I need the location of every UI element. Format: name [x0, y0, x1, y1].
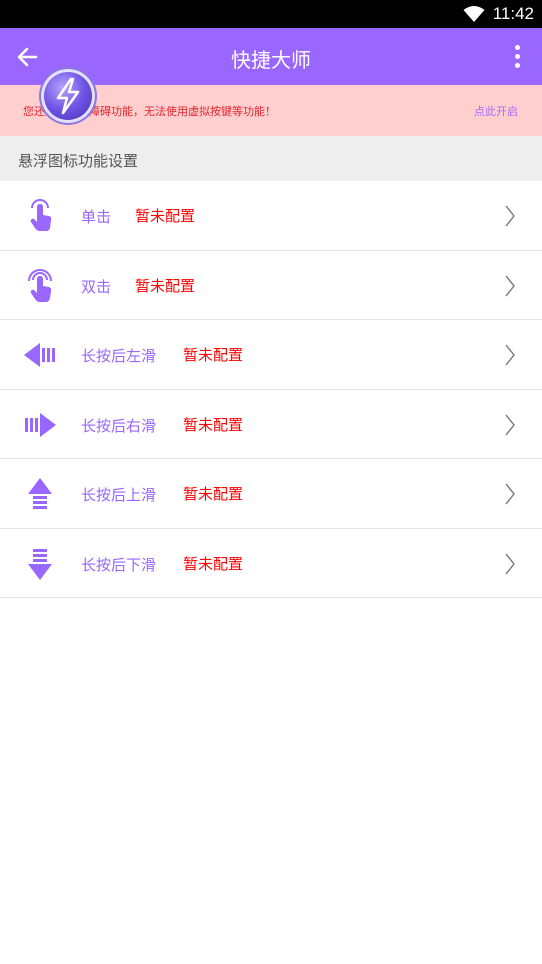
swipe-right-icon	[25, 412, 56, 437]
gesture-value: 暂未配置	[135, 276, 196, 295]
gesture-label: 长按后左滑	[81, 347, 157, 365]
list-item-single-tap[interactable]: 单击 暂未配置	[0, 181, 542, 251]
gesture-label: 长按后上滑	[81, 486, 157, 504]
wifi-icon	[463, 6, 485, 22]
swipe-down-icon	[28, 548, 52, 580]
gesture-value: 暂未配置	[183, 346, 244, 364]
list-item-swipe-up[interactable]: 长按后上滑 暂未配置	[0, 459, 542, 529]
section-header: 悬浮图标功能设置	[0, 136, 542, 181]
list-item-swipe-left[interactable]: 长按后左滑 暂未配置	[0, 320, 542, 390]
gesture-settings-list: 单击 暂未配置 双击 暂未配置 长按后左滑 暂未配置 长按后右滑 暂未配置 长按…	[0, 181, 542, 598]
list-item-swipe-right[interactable]: 长按后右滑 暂未配置	[0, 389, 542, 459]
single-tap-icon	[30, 199, 52, 231]
enable-accessibility-link[interactable]: 点此开启	[474, 103, 518, 119]
list-item-swipe-down[interactable]: 长按后下滑 暂未配置	[0, 528, 542, 598]
chevron-right-icon	[505, 483, 515, 505]
gesture-value: 暂未配置	[183, 415, 244, 434]
swipe-up-icon	[28, 478, 52, 509]
chevron-right-icon	[505, 275, 515, 296]
more-options-icon[interactable]	[514, 45, 520, 69]
list-item-double-tap[interactable]: 双击 暂未配置	[0, 250, 542, 320]
gesture-label: 长按后下滑	[81, 555, 157, 574]
gesture-label: 单击	[81, 208, 112, 226]
chevron-right-icon	[505, 205, 515, 227]
gesture-value: 暂未配置	[183, 485, 244, 503]
chevron-right-icon	[505, 414, 515, 435]
chevron-right-icon	[505, 344, 515, 366]
status-bar: 11:42	[0, 0, 542, 28]
page-title: 快捷大师	[231, 48, 311, 72]
section-title: 悬浮图标功能设置	[18, 152, 139, 170]
gesture-value: 暂未配置	[135, 207, 196, 225]
chevron-right-icon	[505, 553, 515, 574]
clock: 11:42	[492, 4, 534, 23]
swipe-left-icon	[24, 343, 55, 367]
lightning-bolt-icon	[56, 77, 80, 115]
gesture-label: 双击	[81, 277, 112, 296]
floating-shortcut-button[interactable]	[41, 69, 95, 123]
gesture-label: 长按后右滑	[81, 416, 157, 435]
double-tap-icon	[28, 268, 52, 302]
gesture-value: 暂未配置	[183, 554, 244, 573]
